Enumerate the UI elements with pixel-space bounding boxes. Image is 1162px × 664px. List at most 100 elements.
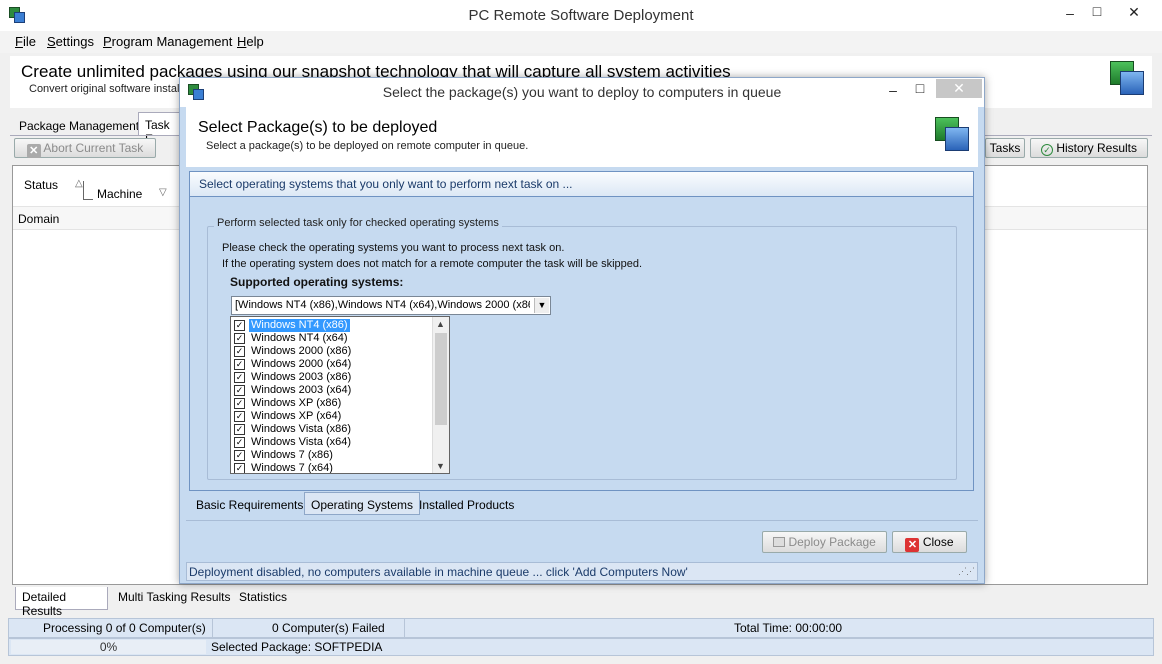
menu-program-management[interactable]: Program Management (103, 34, 232, 49)
os-item-label: Windows 2000 (x64) (251, 358, 352, 370)
status-bar-top: Processing 0 of 0 Computer(s) 0 Computer… (8, 618, 1154, 638)
supported-os-label: Supported operating systems: (230, 275, 404, 289)
scroll-up-icon[interactable]: ▲ (436, 319, 445, 329)
sort-asc-icon: △ (75, 178, 83, 189)
os-checkbox[interactable]: ✓ (234, 411, 245, 422)
os-list-scrollbar[interactable]: ▲ ▼ (432, 317, 449, 473)
package-icon (935, 117, 969, 151)
os-checkbox[interactable]: ✓ (234, 333, 245, 344)
check-circle-icon: ✓ (1040, 144, 1053, 156)
abort-icon: ✕ (26, 144, 41, 158)
os-item-label: Windows 2003 (x64) (251, 384, 352, 396)
os-group-legend: Perform selected task only for checked o… (214, 217, 502, 229)
os-list-item[interactable]: ✓ Windows 7 (x64) (233, 462, 431, 474)
os-checkbox[interactable]: ✓ (234, 346, 245, 357)
tab-detailed-results[interactable]: Detailed Results (15, 587, 108, 618)
maximize-button[interactable]: □ (1077, 3, 1117, 19)
os-list-item[interactable]: ✓ Windows 7 (x86) (233, 449, 431, 462)
os-list-item[interactable]: ✓ Windows 2000 (x86) (233, 345, 431, 358)
os-list-item[interactable]: ✓ Windows 2000 (x64) (233, 358, 431, 371)
dialog-close-button[interactable]: ✕ (936, 79, 982, 98)
progress-text: 0% (99, 640, 118, 654)
os-item-label: Windows 7 (x86) (251, 449, 333, 461)
os-item-label: Windows NT4 (x64) (251, 332, 348, 344)
dialog-footer: Deploy Package ✕ Close (186, 520, 978, 562)
progress-bar: 0% (11, 640, 206, 654)
supported-os-combobox[interactable]: [Windows NT4 (x86),Windows NT4 (x64),Win… (231, 296, 551, 315)
os-item-label: Windows XP (x86) (251, 397, 342, 409)
banner-subtext: Convert original software installa (29, 83, 188, 95)
tab-multi-tasking-results[interactable]: Multi Tasking Results (112, 585, 237, 609)
menu-bar: File Settings Program Management Help (0, 31, 1162, 53)
tasks-button[interactable]: Tasks (985, 138, 1025, 158)
main-titlebar: PC Remote Software Deployment – □ ✕ (0, 0, 1162, 31)
dialog-header: Select Package(s) to be deployed Select … (186, 107, 978, 167)
os-checkbox[interactable]: ✓ (234, 463, 245, 473)
monitor-icon (773, 537, 786, 547)
tab-statistics[interactable]: Statistics (233, 585, 293, 609)
os-item-label: Windows 7 (x64) (251, 462, 333, 474)
os-item-label: Windows 2003 (x86) (251, 371, 352, 383)
os-checkbox[interactable]: ✓ (234, 437, 245, 448)
os-checkbox[interactable]: ✓ (234, 385, 245, 396)
column-separator (83, 181, 84, 199)
selected-package-status: Selected Package: SOFTPEDIA (211, 640, 383, 654)
os-item-label: Windows Vista (x64) (251, 436, 352, 448)
total-time-status: Total Time: 00:00:00 (734, 621, 843, 635)
select-package-dialog: Select the package(s) you want to deploy… (179, 77, 985, 584)
os-checkbox[interactable]: ✓ (234, 450, 245, 461)
os-list-item[interactable]: ✓ Windows Vista (x86) (233, 423, 431, 436)
os-checkbox[interactable]: ✓ (234, 424, 245, 435)
os-section-body: Perform selected task only for checked o… (189, 197, 974, 491)
history-results-button[interactable]: ✓ History Results (1030, 138, 1148, 158)
os-checkbox[interactable]: ✓ (234, 372, 245, 383)
tab-task-execution[interactable]: Task E (138, 112, 182, 146)
os-list-item[interactable]: ✓ Windows Vista (x64) (233, 436, 431, 449)
os-item-label: Windows Vista (x86) (251, 423, 352, 435)
column-header-status[interactable]: Status (24, 178, 58, 192)
os-item-label: Windows 2000 (x86) (251, 345, 352, 357)
os-list-item[interactable]: ✓ Windows NT4 (x86) (233, 319, 431, 332)
os-list-item[interactable]: ✓ Windows 2003 (x64) (233, 384, 431, 397)
menu-file[interactable]: File (15, 34, 36, 49)
close-button[interactable]: ✕ Close (892, 531, 967, 553)
scrollbar-thumb[interactable] (435, 333, 447, 425)
dialog-subheading: Select a package(s) to be deployed on re… (206, 140, 529, 152)
instruction-text-1: Please check the operating systems you w… (222, 242, 565, 254)
os-item-label: Windows NT4 (x86) (249, 319, 350, 332)
status-bar-bottom: 0% Selected Package: SOFTPEDIA (8, 638, 1154, 656)
os-checkbox[interactable]: ✓ (234, 320, 245, 331)
abort-current-task-button[interactable]: ✕ Abort Current Task (14, 138, 156, 158)
column-header-machine[interactable]: Machine (97, 187, 142, 201)
tab-operating-systems[interactable]: Operating Systems (304, 492, 421, 515)
status-divider (404, 619, 405, 637)
failed-status: 0 Computer(s) Failed (272, 621, 385, 635)
dialog-title: Select the package(s) you want to deploy… (382, 84, 782, 100)
tab-installed-products[interactable]: Installed Products (413, 493, 520, 517)
menu-settings[interactable]: Settings (47, 34, 94, 49)
dialog-heading: Select Package(s) to be deployed (198, 119, 438, 136)
column-separator-foot (83, 199, 93, 200)
deploy-package-button[interactable]: Deploy Package (762, 531, 887, 553)
resize-grip-icon[interactable]: ⋰⋰ (958, 566, 975, 577)
os-list-item[interactable]: ✓ Windows XP (x86) (233, 397, 431, 410)
dialog-maximize-button[interactable]: □ (900, 80, 940, 96)
os-checklist[interactable]: ✓ Windows NT4 (x86) ✓ Windows NT4 (x64) ✓ Win… (230, 316, 450, 474)
menu-help[interactable]: Help (237, 34, 264, 49)
os-checkbox[interactable]: ✓ (234, 398, 245, 409)
tab-basic-requirements[interactable]: Basic Requirements (190, 493, 309, 517)
dialog-status-bar: Deployment disabled, no computers availa… (186, 562, 978, 581)
os-list-item[interactable]: ✓ Windows NT4 (x64) (233, 332, 431, 345)
chevron-down-icon[interactable]: ▼ (534, 298, 549, 313)
dialog-titlebar: Select the package(s) you want to deploy… (180, 78, 984, 107)
dialog-status-text: Deployment disabled, no computers availa… (189, 565, 688, 579)
close-window-button[interactable]: ✕ (1114, 4, 1154, 21)
column-header-domain[interactable]: Domain (18, 212, 59, 226)
status-divider (212, 619, 213, 637)
os-checkbox[interactable]: ✓ (234, 359, 245, 370)
os-item-label: Windows XP (x64) (251, 410, 342, 422)
os-list-item[interactable]: ✓ Windows 2003 (x86) (233, 371, 431, 384)
scroll-down-icon[interactable]: ▼ (436, 461, 445, 471)
os-section-title: Select operating systems that you only w… (189, 171, 974, 197)
os-list-item[interactable]: ✓ Windows XP (x64) (233, 410, 431, 423)
